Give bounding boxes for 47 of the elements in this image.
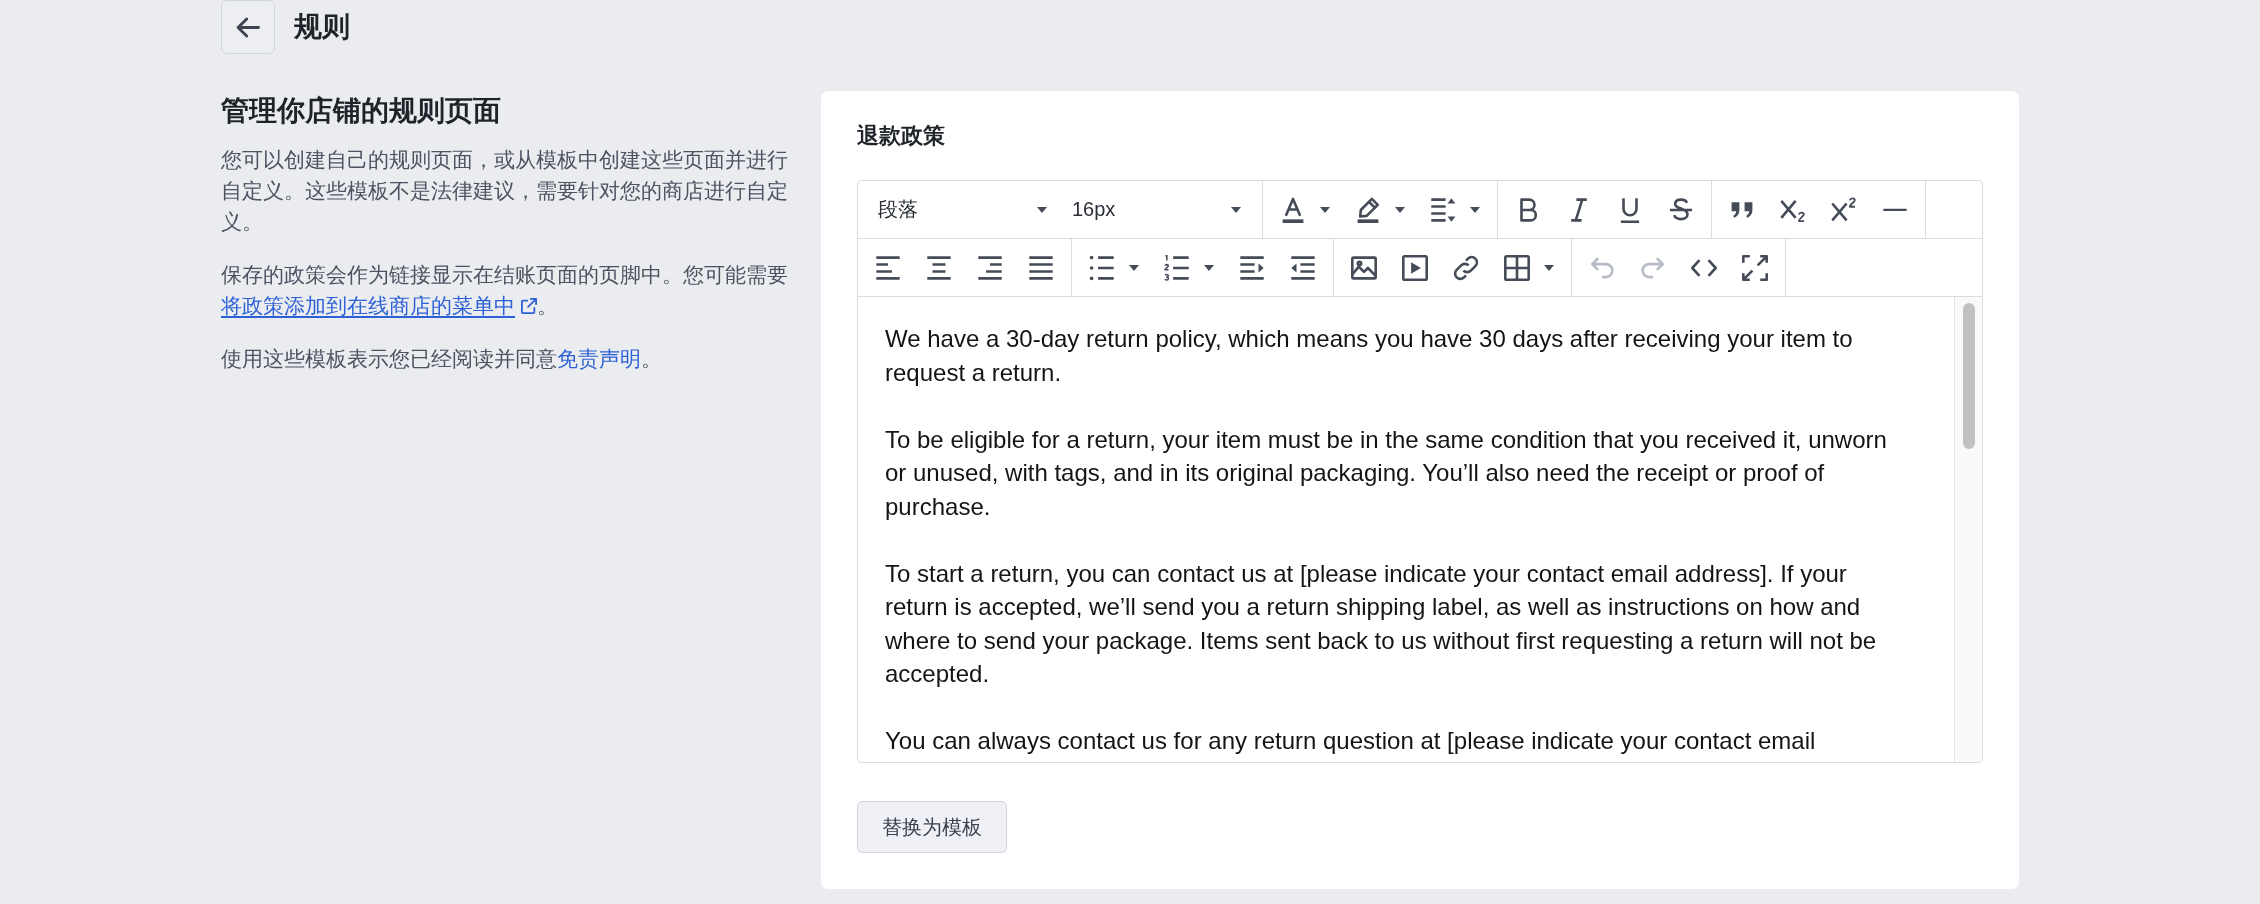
justify-icon xyxy=(1028,254,1054,281)
table-icon xyxy=(1504,254,1530,281)
numbered-list-icon xyxy=(1164,254,1190,281)
fullscreen-icon xyxy=(1742,254,1768,281)
highlighter-icon xyxy=(1355,196,1381,223)
outdent-icon xyxy=(1290,254,1316,281)
bulleted-list-icon xyxy=(1089,254,1115,281)
video-icon xyxy=(1402,254,1428,281)
image-icon xyxy=(1351,254,1377,281)
line-spacing-icon xyxy=(1430,196,1456,223)
replace-template-button[interactable]: 替换为模板 xyxy=(857,801,1007,853)
horizontal-rule-icon xyxy=(1882,207,1908,212)
paragraph-style-dropdown[interactable]: 段落 xyxy=(870,189,1056,230)
policy-paragraph: To be eligible for a return, your item must be in the same condition that you received it, unworn or unused, with tags, and in its original packaging. You’ll also need the receipt or proof of purchase. xyxy=(885,424,1888,522)
align-center-icon xyxy=(926,254,952,281)
intro-paragraph: 您可以创建自己的规则页面，或从模板中创建这些页面并进行自定义。这些模板不是法律建议，需要针对您的商店进行自定义。 xyxy=(221,147,789,235)
strikethrough-icon xyxy=(1668,196,1694,223)
font-size-dropdown[interactable]: 16px xyxy=(1064,189,1250,230)
caret-icon xyxy=(1395,206,1405,213)
scrollbar-thumb[interactable] xyxy=(1963,303,1975,449)
caret-icon xyxy=(1231,206,1241,213)
back-button[interactable] xyxy=(221,0,275,54)
section-heading: 管理你店铺的规则页面 xyxy=(221,94,502,128)
caret-icon xyxy=(1470,206,1480,213)
caret-icon xyxy=(1320,206,1330,213)
page-title: 规则 xyxy=(294,10,350,44)
intro-paragraph: 保存的政策会作为链接显示在结账页面的页脚中。您可能需要 将政策添加到在线商店的菜单中 。 xyxy=(221,262,789,319)
text-link[interactable]: 免责声明 xyxy=(557,347,641,370)
text-link[interactable]: 将政策添加到在线商店的菜单中 xyxy=(221,294,537,317)
caret-icon xyxy=(1037,206,1047,213)
policy-paragraph: We have a 30-day return policy, which means you have 30 days after receiving your item to request a return. xyxy=(885,324,1854,388)
link-icon xyxy=(1453,254,1479,281)
policy-paragraph: To start a return, you can contact us at [please indicate your contact email address]. If your return is accepted, we’ll send you a return shipping label, as well as instructions on how and where to send your package. Items sent back to us without first requesting a return will not be accepted. xyxy=(885,558,1878,689)
scrollbar-track[interactable] xyxy=(1954,297,1982,762)
policy-paragraph: You can always contact us for any return question at [please indicate your contact email xyxy=(885,726,1817,756)
back-arrow-icon xyxy=(236,16,260,38)
caret-icon xyxy=(1204,264,1214,271)
align-left-icon xyxy=(875,254,901,281)
caret-icon xyxy=(1544,264,1554,271)
align-right-icon xyxy=(977,254,1003,281)
card-title: 退款政策 xyxy=(857,123,946,149)
indent-icon xyxy=(1239,254,1265,281)
superscript-icon xyxy=(1831,196,1857,223)
text-color-icon xyxy=(1280,196,1306,223)
external-link-icon xyxy=(521,298,537,314)
intro-paragraph: 使用这些模板表示您已经阅读并同意免责声明。 xyxy=(221,346,663,372)
caret-icon xyxy=(1129,264,1139,271)
